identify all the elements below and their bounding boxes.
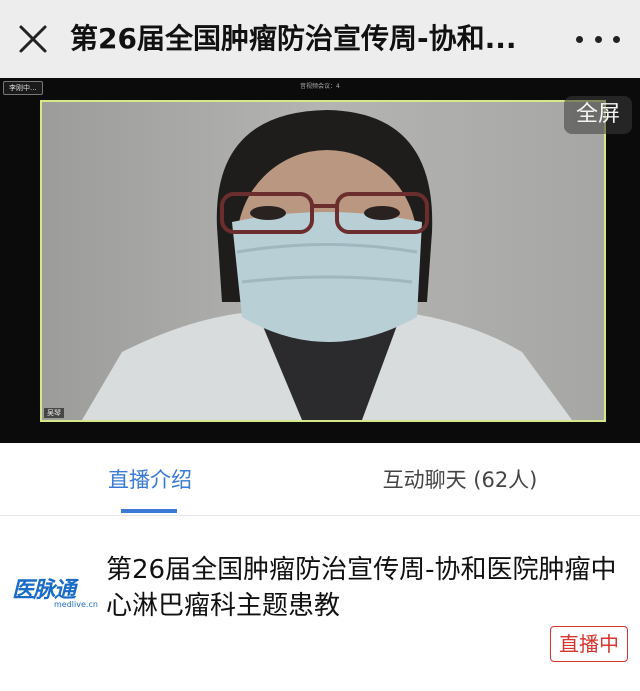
close-icon	[19, 25, 47, 53]
video-player[interactable]: 李刚中... 音视频会议：4 吴琴 全屏	[0, 78, 640, 443]
nav-bar: 第26届全国肿瘤防治宣传周-协和...	[0, 0, 640, 78]
tab-bar: 直播介绍 互动聊天 (62人)	[0, 443, 640, 516]
conference-strip-label: 音视频会议：4	[300, 83, 340, 90]
logo-subtext: medlive.cn	[54, 600, 98, 609]
live-title: 第26届全国肿瘤防治宣传周-协和医院肿瘤中心淋巴瘤科主题患教	[106, 555, 617, 621]
live-status-badge: 直播中	[550, 626, 628, 662]
tab-interactive-chat[interactable]: 互动聊天 (62人)	[310, 443, 610, 515]
participant-name-tag: 吴琴	[44, 408, 64, 418]
speaker-video	[42, 102, 604, 420]
conference-strip: 李刚中... 音视频会议：4	[0, 78, 640, 98]
medlive-logo: 医脉通 medlive.cn	[12, 572, 98, 612]
active-tab-indicator	[121, 509, 177, 513]
video-frame: 吴琴	[40, 100, 606, 422]
live-info-panel: 医脉通 medlive.cn 第26届全国肿瘤防治宣传周-协和医院肿瘤中心淋巴瘤…	[0, 516, 640, 691]
more-dots-icon	[576, 35, 583, 43]
more-button[interactable]	[576, 28, 620, 50]
more-dot	[613, 35, 620, 43]
conference-chip: 李刚中...	[3, 81, 43, 95]
tab-live-intro[interactable]: 直播介绍	[0, 443, 300, 515]
close-button[interactable]	[14, 20, 52, 58]
more-dot	[594, 35, 602, 43]
fullscreen-button[interactable]: 全屏	[564, 96, 632, 134]
page-title: 第26届全国肿瘤防治宣传周-协和...	[70, 22, 517, 55]
